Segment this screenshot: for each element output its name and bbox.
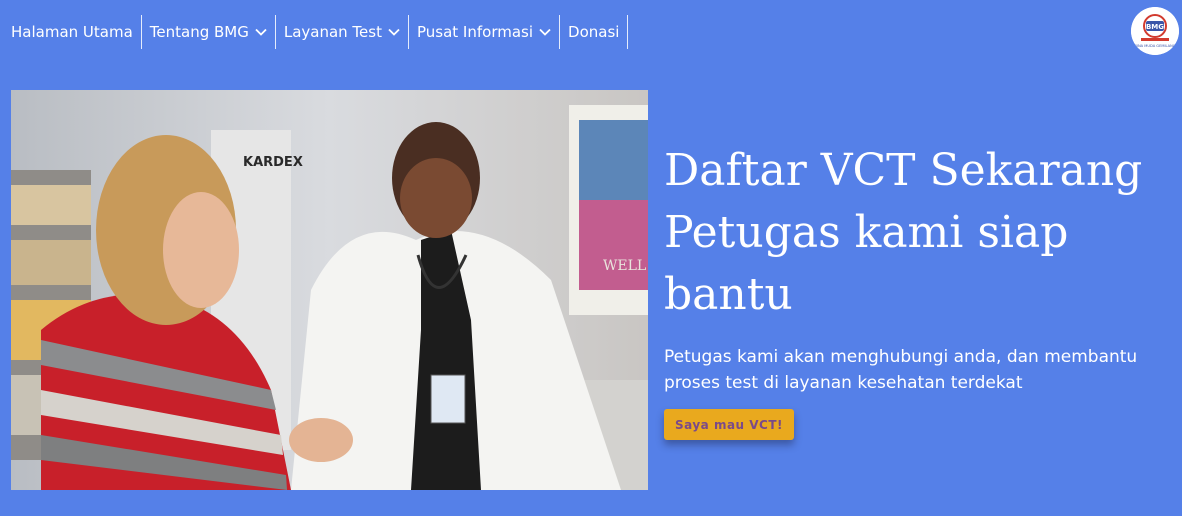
hero-image: KARDEX WELL: [11, 90, 648, 490]
hero-title: Daftar VCT Sekarang Petugas kami siap ba…: [664, 140, 1174, 326]
nav-label: Layanan Test: [283, 23, 382, 41]
nav-item-halaman-utama[interactable]: Halaman Utama: [0, 15, 142, 49]
nav-label: Donasi: [568, 23, 620, 41]
poster-text: WELL: [603, 258, 646, 274]
nav-item-donasi[interactable]: Donasi: [560, 15, 629, 49]
chevron-down-icon: [539, 28, 551, 36]
nav-item-layanan-test[interactable]: Layanan Test: [276, 15, 409, 49]
svg-text:BMG: BMG: [1146, 23, 1164, 31]
main-nav: Halaman Utama Tentang BMG Layanan Test P…: [0, 15, 629, 49]
logo-text: BINA MUDA GEMILANG: [1134, 44, 1175, 48]
hero-title-line: bantu: [664, 269, 793, 320]
site-logo[interactable]: BMG BINA MUDA GEMILANG: [1131, 7, 1179, 55]
nav-item-tentang-bmg[interactable]: Tentang BMG: [142, 15, 276, 49]
nav-label: Halaman Utama: [11, 23, 133, 41]
nav-label: Tentang BMG: [149, 23, 249, 41]
chevron-down-icon: [255, 28, 267, 36]
hero-subtitle-line: Petugas kami akan menghubungi anda, dan …: [664, 347, 1138, 367]
hero-subtitle: Petugas kami akan menghubungi anda, dan …: [664, 344, 1164, 396]
hero-title-line: Petugas kami siap: [664, 207, 1069, 258]
kardex-sign: KARDEX: [243, 155, 303, 170]
hero-title-line: Daftar VCT Sekarang: [664, 145, 1143, 196]
nav-label: Pusat Informasi: [416, 23, 534, 41]
chevron-down-icon: [388, 28, 400, 36]
hero-subtitle-line: proses test di layanan kesehatan terdeka…: [664, 373, 1023, 393]
nav-item-pusat-informasi[interactable]: Pusat Informasi: [409, 15, 561, 49]
register-vct-button[interactable]: Saya mau VCT!: [664, 409, 794, 440]
